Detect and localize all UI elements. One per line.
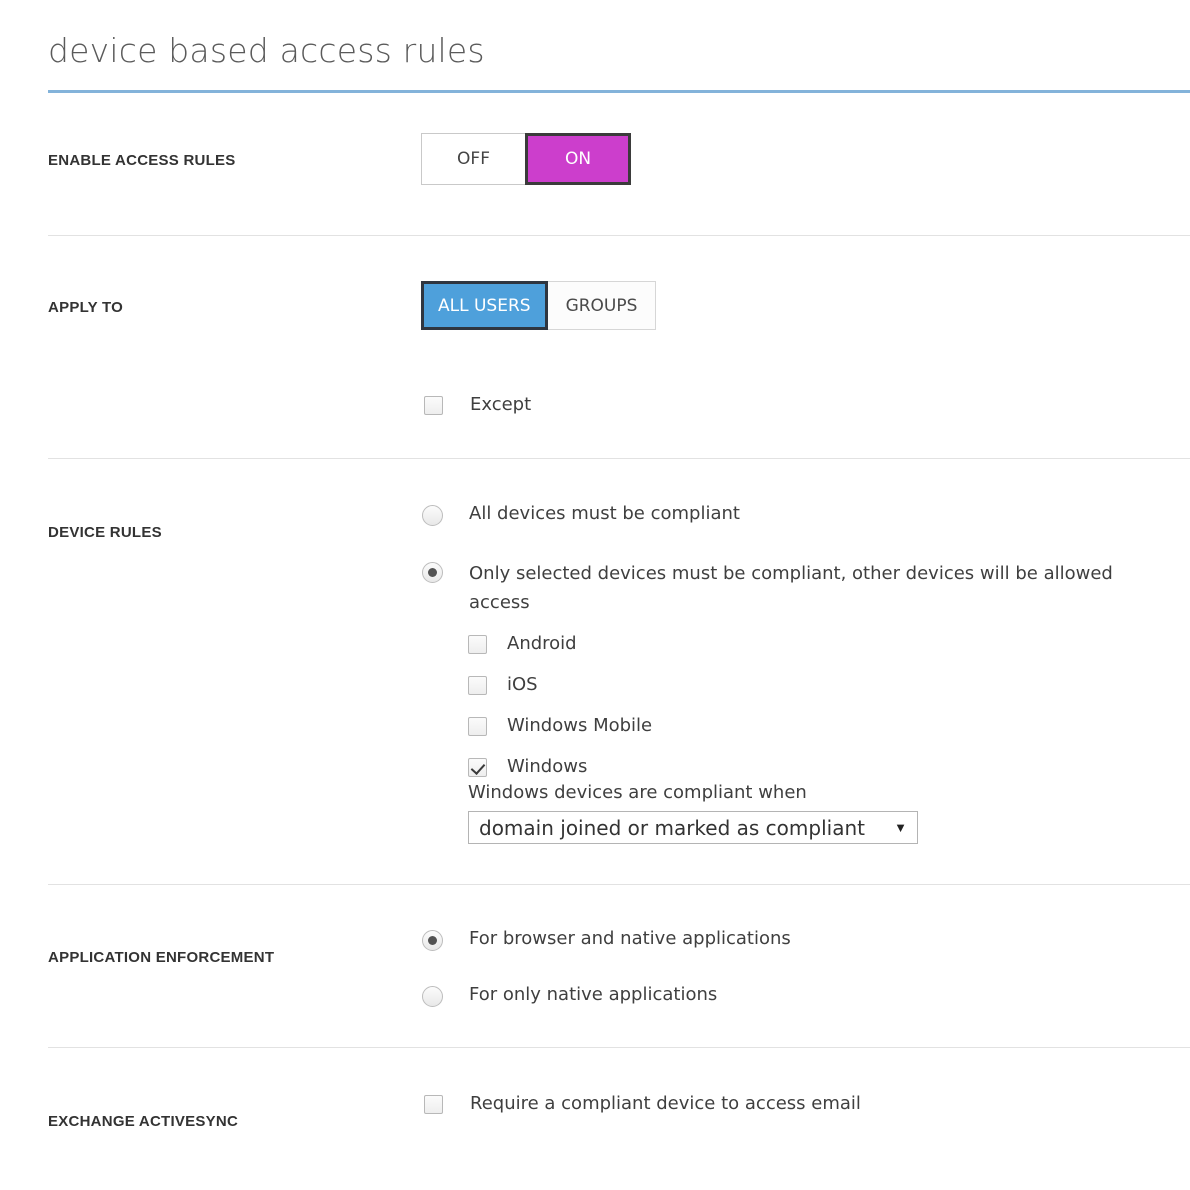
except-checkbox[interactable] <box>424 396 443 415</box>
android-label: Android <box>507 633 577 654</box>
only-native-label: For only native applications <box>469 984 718 1005</box>
require-compliant-device-checkbox[interactable] <box>424 1095 443 1114</box>
device-access-rules-page: device based access rules ENABLE ACCESS … <box>0 0 1190 1190</box>
toggle-option-on[interactable]: ON <box>525 133 631 185</box>
ios-checkbox[interactable] <box>468 676 487 695</box>
segment-groups[interactable]: GROUPS <box>547 281 657 330</box>
windows-mobile-label: Windows Mobile <box>507 715 653 736</box>
only-native-radio[interactable] <box>422 986 443 1007</box>
device-platform-checkbox-list: Android iOS Windows Mobile Windows <box>468 632 652 796</box>
apply-to-segmented-control[interactable]: ALL USERS GROUPS <box>421 281 657 330</box>
windows-compliance-hint: Windows devices are compliant when <box>468 782 807 803</box>
section-divider-4 <box>48 1047 1190 1048</box>
label-enable-access-rules: ENABLE ACCESS RULES <box>48 152 236 169</box>
only-selected-devices-label: Only selected devices must be compliant,… <box>469 563 1113 613</box>
checkbox-row-windows[interactable]: Windows <box>468 755 652 779</box>
chevron-down-icon: ▼ <box>894 820 907 835</box>
radio-row-only-native[interactable]: For only native applications <box>422 983 717 1007</box>
require-compliant-device-label: Require a compliant device to access ema… <box>470 1093 861 1114</box>
checkbox-row-android[interactable]: Android <box>468 632 652 656</box>
ios-label: iOS <box>507 674 538 695</box>
page-header: device based access rules <box>0 0 1190 94</box>
windows-label: Windows <box>507 756 588 777</box>
all-devices-compliant-radio[interactable] <box>422 505 443 526</box>
checkbox-row-require-compliant-device[interactable]: Require a compliant device to access ema… <box>424 1092 861 1116</box>
windows-mobile-checkbox[interactable] <box>468 717 487 736</box>
enable-access-rules-toggle[interactable]: OFF ON <box>421 133 631 185</box>
android-checkbox[interactable] <box>468 635 487 654</box>
all-devices-compliant-label: All devices must be compliant <box>469 503 740 524</box>
toggle-option-off[interactable]: OFF <box>421 133 526 185</box>
windows-compliance-select[interactable]: domain joined or marked as compliant ▼ <box>468 811 918 844</box>
windows-checkbox[interactable] <box>468 758 487 777</box>
section-divider-1 <box>48 235 1190 236</box>
except-label: Except <box>470 394 532 415</box>
segment-all-users[interactable]: ALL USERS <box>421 281 548 330</box>
title-underline-rule <box>48 90 1190 93</box>
radio-row-all-devices-compliant[interactable]: All devices must be compliant <box>422 502 740 526</box>
radio-row-browser-and-native[interactable]: For browser and native applications <box>422 927 791 951</box>
label-apply-to: APPLY TO <box>48 299 124 316</box>
page-title: device based access rules <box>48 31 485 70</box>
radio-row-only-selected-devices[interactable]: Only selected devices must be compliant,… <box>422 559 1152 617</box>
checkbox-row-ios[interactable]: iOS <box>468 673 652 697</box>
checkbox-row-except[interactable]: Except <box>424 393 531 417</box>
label-device-rules: DEVICE RULES <box>48 524 162 541</box>
label-exchange-activesync: EXCHANGE ACTIVESYNC <box>48 1113 239 1130</box>
section-divider-2 <box>48 458 1190 459</box>
only-selected-devices-radio[interactable] <box>422 562 443 583</box>
section-divider-3 <box>48 884 1190 885</box>
label-application-enforcement: APPLICATION ENFORCEMENT <box>48 949 275 966</box>
browser-and-native-radio[interactable] <box>422 930 443 951</box>
checkbox-row-windows-mobile[interactable]: Windows Mobile <box>468 714 652 738</box>
browser-and-native-label: For browser and native applications <box>469 928 791 949</box>
windows-compliance-select-value: domain joined or marked as compliant <box>479 815 865 840</box>
